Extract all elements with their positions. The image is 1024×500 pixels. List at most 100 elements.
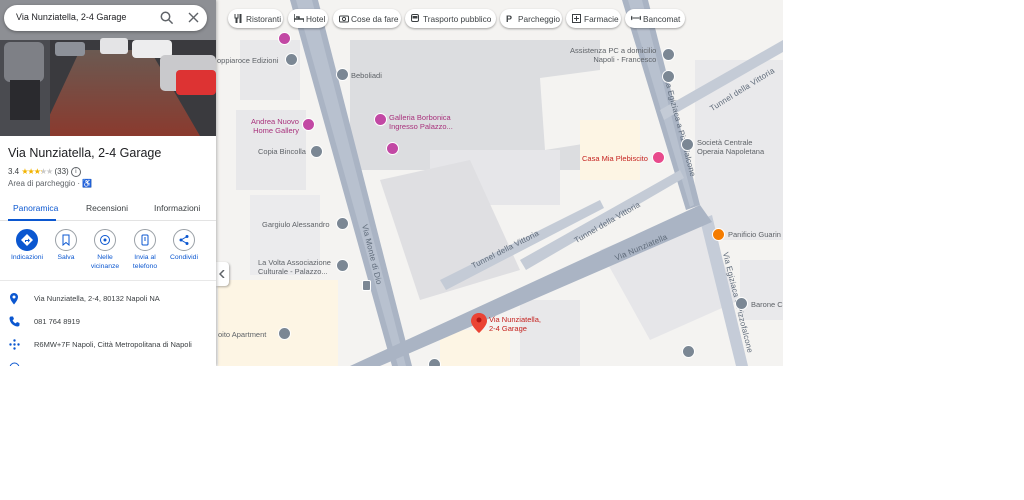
chip-label: Trasporto pubblico bbox=[423, 14, 492, 24]
poi-label-barone[interactable]: Barone C bbox=[751, 300, 783, 309]
action-label: Invia al telefono bbox=[132, 254, 158, 270]
place-category[interactable]: Area di parcheggio · ♿ bbox=[8, 179, 92, 188]
parking-pin[interactable] bbox=[362, 280, 371, 291]
chevron-left-icon bbox=[219, 270, 225, 278]
chip-parcheggio[interactable]: P Parcheggio bbox=[500, 9, 562, 28]
poi-label-apartment[interactable]: oito Apartment bbox=[218, 330, 266, 339]
restaurant-icon bbox=[234, 14, 242, 23]
poi-label-edizioni[interactable]: oppiaroce Edizioni bbox=[217, 56, 278, 65]
poi-pin-top[interactable] bbox=[278, 32, 291, 45]
poi-pin-andrea[interactable] bbox=[302, 118, 315, 131]
poi-label-beboliadi[interactable]: Beboliadi bbox=[351, 71, 382, 80]
tab-bar: Panoramica Recensioni Informazioni bbox=[0, 196, 216, 221]
poi-pin-bottom[interactable] bbox=[428, 358, 441, 366]
info-circle-icon[interactable]: i bbox=[70, 167, 81, 177]
share-icon bbox=[179, 235, 189, 245]
svg-text:P: P bbox=[506, 14, 512, 23]
poi-label-casa-mia[interactable]: Casa Mia Plebiscito bbox=[582, 154, 648, 163]
action-label: Indicazioni bbox=[10, 254, 44, 261]
chip-trasporto-pubblico[interactable]: Trasporto pubblico bbox=[405, 9, 496, 28]
collapse-panel-button[interactable] bbox=[216, 262, 229, 286]
place-title: Via Nunziatella, 2-4 Garage bbox=[8, 146, 162, 160]
search-icon[interactable] bbox=[158, 9, 176, 27]
address-text: Via Nunziatella, 2-4, 80132 Napoli NA bbox=[34, 294, 160, 303]
chip-label: Farmacie bbox=[584, 14, 619, 24]
poi-pin-panificio[interactable] bbox=[712, 228, 725, 241]
poi-label-panificio[interactable]: Panificio Guarin bbox=[728, 230, 781, 239]
poi-label-gargiulo[interactable]: Gargiulo Alessandro bbox=[262, 220, 330, 229]
plus-code-text: R6MW+7F Napoli, Città Metropolitana di N… bbox=[34, 340, 192, 349]
pharmacy-icon bbox=[572, 14, 581, 23]
action-indicazioni[interactable]: Indicazioni bbox=[7, 229, 47, 263]
action-salva[interactable]: Salva bbox=[46, 229, 86, 263]
poi-label-andrea[interactable]: Andrea Nuovo Home Gallery bbox=[251, 117, 299, 135]
divider bbox=[0, 280, 216, 281]
chip-bancomat[interactable]: Bancomat bbox=[625, 9, 685, 28]
poi-pin-assistenza-2[interactable] bbox=[662, 70, 675, 83]
plus-code-icon bbox=[9, 339, 20, 350]
poi-pin-casa-mia[interactable] bbox=[652, 151, 665, 164]
review-count[interactable]: (33) bbox=[54, 167, 68, 176]
info-row-partial[interactable] bbox=[0, 359, 216, 366]
chip-label: Cose da fare bbox=[351, 14, 399, 24]
tab-recensioni[interactable]: Recensioni bbox=[86, 203, 128, 213]
poi-pin-barone[interactable] bbox=[735, 297, 748, 310]
chip-farmacie[interactable]: Farmacie bbox=[566, 9, 621, 28]
close-icon[interactable] bbox=[185, 9, 203, 27]
search-input[interactable]: Via Nunziatella, 2-4 Garage bbox=[16, 12, 126, 22]
phone-text: 081 764 8919 bbox=[34, 317, 80, 326]
action-nelle-vicinanze[interactable]: Nelle vicinanze bbox=[85, 229, 125, 271]
info-plus-code[interactable]: R6MW+7F Napoli, Città Metropolitana di N… bbox=[0, 336, 216, 354]
poi-pin-edizioni[interactable] bbox=[285, 53, 298, 66]
poi-label-copia[interactable]: Copia Bincolla bbox=[258, 147, 306, 156]
transit-icon bbox=[411, 14, 419, 22]
rating-stars: ★★★★★★ bbox=[21, 167, 53, 177]
poi-pin-galleria[interactable] bbox=[374, 113, 387, 126]
poi-label-galleria[interactable]: Galleria Borbonica Ingresso Palazzo... bbox=[389, 113, 453, 131]
chip-cose-da-fare[interactable]: Cose da fare bbox=[333, 9, 401, 28]
place-panel: Via Nunziatella, 2-4 Garage Via Nunziate… bbox=[0, 0, 216, 366]
atm-icon bbox=[631, 15, 641, 21]
location-pin-icon bbox=[10, 293, 18, 305]
info-phone[interactable]: 081 764 8919 bbox=[0, 313, 216, 331]
tab-informazioni[interactable]: Informazioni bbox=[154, 203, 200, 213]
parking-icon: P bbox=[506, 14, 512, 23]
bookmark-icon bbox=[62, 234, 70, 246]
poi-pin-bottom-right[interactable] bbox=[682, 345, 695, 358]
camera-icon bbox=[339, 15, 349, 23]
active-tab-indicator bbox=[8, 219, 56, 221]
globe-icon bbox=[9, 362, 20, 366]
nearby-icon bbox=[100, 235, 110, 245]
poi-label-assistenza[interactable]: Assistenza PC a domicilio Napoli - Franc… bbox=[570, 46, 656, 64]
action-condividi[interactable]: Condividi bbox=[164, 229, 204, 263]
poi-pin-volta[interactable] bbox=[336, 259, 349, 272]
poi-pin-societa[interactable] bbox=[681, 138, 694, 151]
phone-icon bbox=[9, 316, 20, 327]
rating-value: 3.4 bbox=[8, 167, 20, 177]
tab-panoramica[interactable]: Panoramica bbox=[13, 203, 58, 213]
poi-pin-beboliadi[interactable] bbox=[336, 68, 349, 81]
action-label: Nelle vicinanze bbox=[90, 254, 120, 270]
poi-pin-assistenza[interactable] bbox=[662, 48, 675, 61]
poi-label-societa[interactable]: Società Centrale Operaia Napoletana bbox=[697, 138, 764, 156]
maps-app: Via Monte di Dio Tunnel della Vittoria T… bbox=[0, 0, 783, 366]
chip-label: Bancomat bbox=[643, 14, 681, 24]
action-label: Condividi bbox=[170, 254, 198, 261]
chip-label: Parcheggio bbox=[518, 14, 560, 24]
chip-hotel[interactable]: Hotel bbox=[288, 9, 328, 28]
action-label: Salva bbox=[57, 254, 75, 261]
chip-ristoranti[interactable]: Ristoranti bbox=[228, 9, 283, 28]
selected-place-label[interactable]: Via Nunziatella, 2-4 Garage bbox=[489, 315, 541, 333]
poi-pin-copia[interactable] bbox=[310, 145, 323, 158]
search-box[interactable]: Via Nunziatella, 2-4 Garage bbox=[4, 5, 207, 31]
chip-label: Hotel bbox=[306, 14, 326, 24]
phone-send-icon bbox=[141, 234, 149, 246]
poi-pin-apartment[interactable] bbox=[278, 327, 291, 340]
action-invia-al-telefono[interactable]: Invia al telefono bbox=[125, 229, 165, 271]
info-address[interactable]: Via Nunziatella, 2-4, 80132 Napoli NA bbox=[0, 290, 216, 308]
directions-icon bbox=[21, 234, 33, 246]
poi-label-volta[interactable]: La Volta Associazione Culturale - Palazz… bbox=[258, 258, 331, 276]
rating-row[interactable]: 3.4 ★★★★★★ (33) i bbox=[8, 167, 81, 177]
poi-pin-gargiulo[interactable] bbox=[336, 217, 349, 230]
poi-pin-galleria-2[interactable] bbox=[386, 142, 399, 155]
